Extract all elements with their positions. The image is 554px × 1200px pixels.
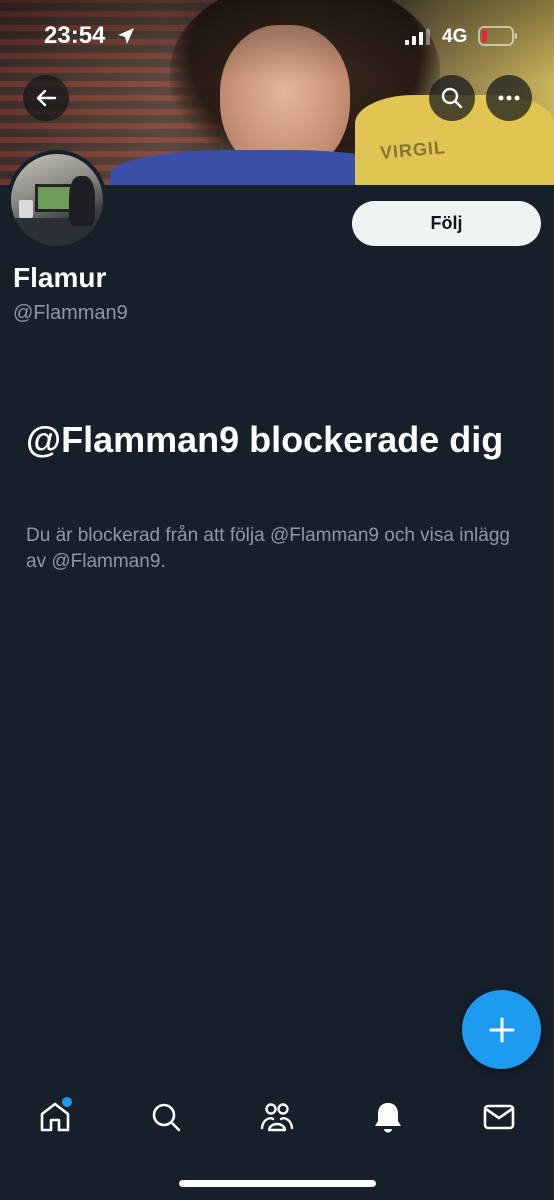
follow-button[interactable]: Följ [352,201,541,246]
status-bar: 23:54 4G [0,0,554,72]
bottom-navigation [0,1083,554,1153]
user-handle: @Flamman9 [13,302,128,324]
nav-communities[interactable] [255,1095,299,1139]
more-options-button[interactable] [486,75,532,121]
location-arrow-icon [118,28,134,44]
battery-low-icon [478,26,517,46]
avatar-figure [69,176,95,226]
nav-search[interactable] [144,1095,188,1139]
blocked-description: Du är blockerad från att följa @Flamman9… [26,525,510,572]
nav-notifications[interactable] [366,1095,410,1139]
display-name: Flamur [13,262,107,293]
search-icon [152,1103,181,1132]
unread-dot [62,1097,72,1107]
back-arrow-icon [36,89,57,107]
nav-home[interactable] [33,1095,77,1139]
avatar-cup [19,200,33,218]
blocked-title: @Flamman9 blockerade dig [26,419,504,460]
nav-messages[interactable] [477,1095,521,1139]
back-button[interactable] [23,75,69,121]
plus-icon [489,1017,514,1042]
messages-envelope-icon [483,1104,515,1130]
network-type: 4G [442,26,468,47]
signal-icon [405,29,430,45]
home-indicator[interactable] [179,1180,376,1187]
compose-post-button[interactable] [462,990,541,1069]
search-icon [441,87,463,109]
notifications-bell-icon [375,1103,401,1133]
communities-icon [260,1103,294,1132]
status-time: 23:54 [44,22,106,49]
profile-search-button[interactable] [429,75,475,121]
profile-avatar[interactable] [7,150,107,250]
more-dots-icon [498,95,520,101]
